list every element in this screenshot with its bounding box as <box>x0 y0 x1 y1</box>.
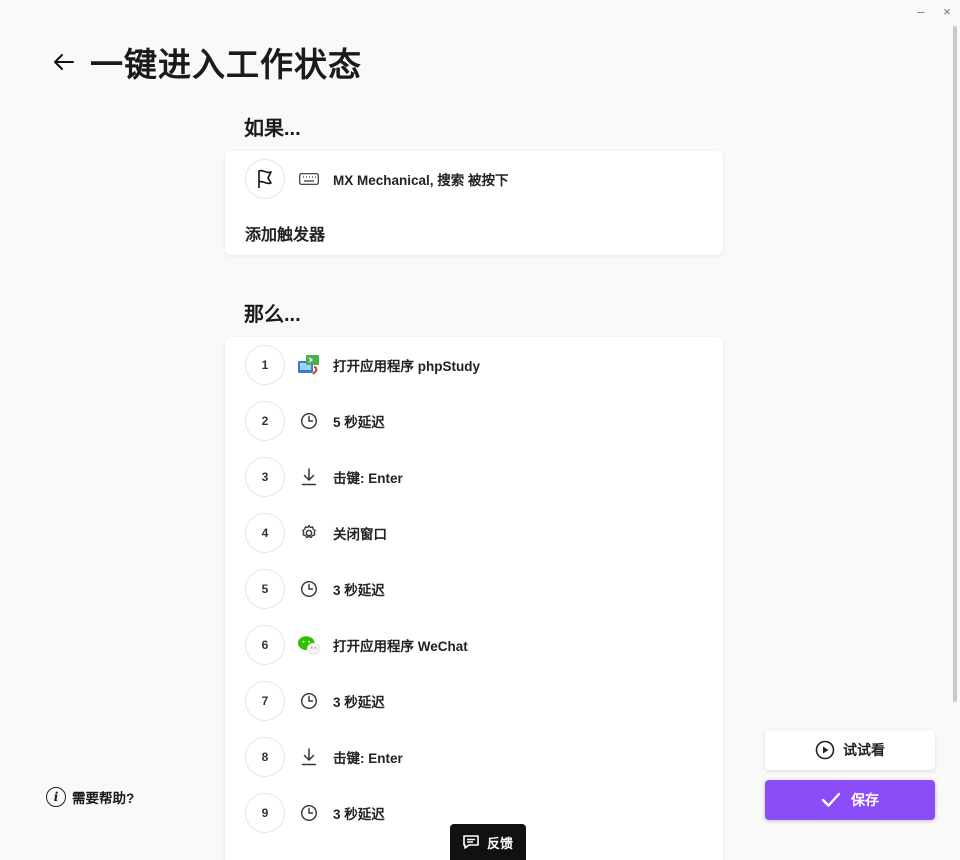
trigger-badge <box>245 159 285 199</box>
clock-icon <box>297 689 321 713</box>
keyboard-icon <box>297 167 321 191</box>
action-number: 6 <box>245 625 285 665</box>
action-row[interactable]: 6 打开应用程序 WeChat <box>245 625 468 665</box>
action-row[interactable]: 9 3 秒延迟 <box>245 793 385 833</box>
then-section-title: 那么... <box>244 304 301 326</box>
action-number: 3 <box>245 457 285 497</box>
checkmark-icon <box>821 792 841 807</box>
if-section-title: 如果... <box>244 118 301 140</box>
save-label: 保存 <box>851 792 879 808</box>
action-text: 打开应用程序 WeChat <box>333 639 468 654</box>
window-controls: – × <box>914 4 954 20</box>
help-label: 需要帮助? <box>72 791 135 806</box>
action-text: 3 秒延迟 <box>333 695 385 710</box>
gear-icon <box>297 521 321 545</box>
play-circle-icon <box>815 740 835 760</box>
minimize-button[interactable]: – <box>914 4 928 20</box>
action-text: 3 秒延迟 <box>333 807 385 822</box>
download-arrow-icon <box>297 465 321 489</box>
action-text: 关闭窗口 <box>333 527 387 542</box>
close-button[interactable]: × <box>940 4 954 20</box>
action-row[interactable]: 5 3 秒延迟 <box>245 569 385 609</box>
then-card: 1 打开应用程序 phpStudy 2 5 秒延迟 3 击键: Enter 4 关闭窗口 5 3 … <box>225 337 723 860</box>
save-button[interactable]: 保存 <box>765 780 935 820</box>
action-text: 5 秒延迟 <box>333 415 385 430</box>
wechat-app-icon <box>297 633 321 657</box>
arrow-left-icon <box>54 54 74 70</box>
action-number: 8 <box>245 737 285 777</box>
page-header: 一键进入工作状态 <box>52 38 362 86</box>
page-title: 一键进入工作状态 <box>90 46 362 83</box>
action-text: 击键: Enter <box>333 751 403 766</box>
action-number: 7 <box>245 681 285 721</box>
feedback-button[interactable]: 反馈 <box>450 824 526 860</box>
if-card: MX Mechanical, 搜索 被按下 添加触发器 <box>225 151 723 255</box>
clock-icon <box>297 409 321 433</box>
action-text: 3 秒延迟 <box>333 583 385 598</box>
action-number: 5 <box>245 569 285 609</box>
action-row[interactable]: 2 5 秒延迟 <box>245 401 385 441</box>
back-button[interactable] <box>52 50 76 74</box>
scrollbar[interactable] <box>953 26 957 702</box>
feedback-icon <box>463 835 479 849</box>
phpstudy-app-icon <box>297 353 321 377</box>
clock-icon <box>297 577 321 601</box>
action-row[interactable]: 7 3 秒延迟 <box>245 681 385 721</box>
add-trigger-button[interactable]: 添加触发器 <box>245 221 325 245</box>
action-number: 1 <box>245 345 285 385</box>
action-number: 2 <box>245 401 285 441</box>
trigger-text: MX Mechanical, 搜索 被按下 <box>333 173 509 188</box>
action-row[interactable]: 4 关闭窗口 <box>245 513 387 553</box>
action-row[interactable]: 8 击键: Enter <box>245 737 403 777</box>
action-text: 击键: Enter <box>333 471 403 486</box>
action-text: 打开应用程序 phpStudy <box>333 359 480 374</box>
action-row[interactable]: 3 击键: Enter <box>245 457 403 497</box>
info-icon: i <box>46 787 66 807</box>
action-row[interactable]: 1 打开应用程序 phpStudy <box>245 345 480 385</box>
clock-icon <box>297 801 321 825</box>
action-number: 4 <box>245 513 285 553</box>
try-label: 试试看 <box>843 742 885 758</box>
action-number: 9 <box>245 793 285 833</box>
feedback-label: 反馈 <box>486 835 513 851</box>
flag-icon <box>258 169 272 188</box>
help-link[interactable]: i 需要帮助? <box>46 787 134 807</box>
trigger-row[interactable]: MX Mechanical, 搜索 被按下 <box>245 159 509 199</box>
download-arrow-icon <box>297 745 321 769</box>
try-button[interactable]: 试试看 <box>765 730 935 770</box>
